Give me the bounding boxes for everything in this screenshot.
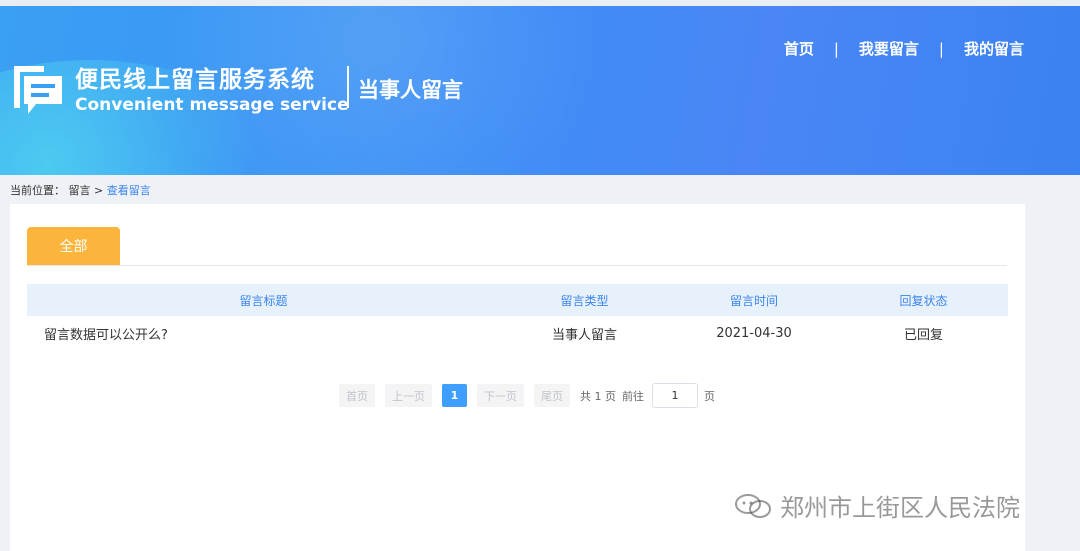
brand-divider	[347, 66, 349, 108]
header-title: 留言标题	[239, 293, 288, 308]
nav-separator: |	[938, 39, 944, 58]
header-status: 回复状态	[899, 293, 948, 308]
prev-page-button[interactable]: 上一页	[385, 384, 432, 407]
table-header: 留言标题 留言类型 留言时间 回复状态	[27, 284, 1008, 316]
header-time: 留言时间	[729, 293, 778, 308]
total-pages: 共 1 页	[580, 389, 616, 403]
table-row[interactable]: 留言数据可以公开么? 当事人留言 2021-04-30 已回复	[27, 316, 1008, 350]
goto-label: 前往	[622, 389, 644, 403]
tab-underline	[27, 265, 1007, 266]
breadcrumb-current: 查看留言	[106, 184, 151, 197]
pagination: 首页 上一页 1 下一页 尾页 共 1 页 前往 页	[339, 383, 715, 408]
breadcrumb-item-message[interactable]: 留言	[69, 184, 91, 197]
row-time: 2021-04-30	[716, 325, 792, 341]
nav-home[interactable]: 首页	[784, 38, 814, 59]
page-number-current[interactable]: 1	[442, 384, 467, 407]
next-page-button[interactable]: 下一页	[477, 384, 524, 407]
header-type: 留言类型	[560, 293, 609, 308]
message-logo-icon	[14, 66, 62, 114]
watermark: 郑州市上街区人民法院	[734, 488, 1020, 523]
nav-separator: |	[833, 39, 839, 58]
breadcrumb: 当前位置： 留言 > 查看留言	[10, 182, 151, 198]
row-title[interactable]: 留言数据可以公开么?	[27, 316, 500, 350]
wechat-icon	[735, 493, 771, 518]
page-subtitle: 当事人留言	[358, 78, 463, 102]
last-page-button[interactable]: 尾页	[534, 384, 570, 407]
goto-page-input[interactable]	[652, 383, 698, 408]
brand-title: 便民线上留言服务系统	[75, 67, 315, 93]
page-unit-label: 页	[704, 389, 715, 403]
page-margin	[1025, 175, 1080, 551]
first-page-button[interactable]: 首页	[339, 384, 375, 407]
breadcrumb-separator: >	[94, 184, 104, 197]
header-banner: 便民线上留言服务系统 Convenient message service 当事…	[0, 0, 1080, 175]
row-status: 已回复	[903, 327, 943, 343]
nav-leave-message[interactable]: 我要留言	[859, 38, 919, 59]
brand-subtitle-en: Convenient message service	[75, 95, 349, 115]
watermark-text: 郑州市上街区人民法院	[780, 494, 1020, 522]
tab-all[interactable]: 全部	[27, 227, 120, 265]
nav-my-messages[interactable]: 我的留言	[964, 38, 1024, 59]
top-nav: 首页 | 我要留言 | 我的留言	[784, 38, 1024, 59]
breadcrumb-prefix: 当前位置：	[10, 184, 65, 197]
row-type: 当事人留言	[551, 327, 617, 343]
